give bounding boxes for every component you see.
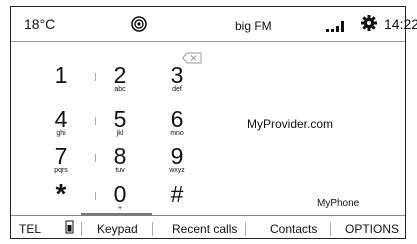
key-letters: pqrs bbox=[54, 167, 68, 174]
key-star[interactable]: * bbox=[44, 178, 78, 209]
key-separator bbox=[95, 192, 96, 200]
key-8[interactable]: 8 tuv bbox=[103, 145, 137, 175]
key-4[interactable]: 4 ghi bbox=[44, 108, 78, 138]
key-letters: + bbox=[117, 205, 123, 212]
phone-screen: 18°C big FM 14:22 1 2 abc 3 def 4 ghi 5 … bbox=[10, 6, 417, 240]
key-letters: wxyz bbox=[169, 167, 185, 174]
radio-broadcast-icon bbox=[131, 16, 147, 32]
key-6[interactable]: 6 mno bbox=[160, 108, 194, 138]
key-digit: # bbox=[170, 181, 184, 207]
bottom-bar: TEL Keypad Recent calls Contacts OPTIONS bbox=[11, 213, 405, 240]
key-0[interactable]: 0 + bbox=[103, 183, 137, 213]
key-separator bbox=[95, 117, 96, 125]
key-7[interactable]: 7 pqrs bbox=[44, 145, 78, 175]
status-bar: 18°C big FM 14:22 bbox=[11, 7, 417, 42]
gear-icon[interactable] bbox=[361, 15, 377, 31]
key-2[interactable]: 2 abc bbox=[103, 64, 137, 94]
connected-phone-name: MyPhone bbox=[317, 198, 360, 209]
temperature: 18°C bbox=[24, 16, 56, 32]
active-tab-indicator bbox=[81, 213, 152, 216]
tab-separator bbox=[330, 222, 331, 236]
key-separator bbox=[95, 154, 96, 162]
tab-separator bbox=[152, 222, 153, 236]
radio-station: big FM bbox=[235, 19, 272, 33]
key-letters: jkl bbox=[116, 130, 124, 137]
tab-recent-calls[interactable]: Recent calls bbox=[172, 223, 237, 236]
provider-name: MyProvider.com bbox=[247, 117, 334, 131]
key-letters: ghi bbox=[56, 130, 66, 137]
signal-strength-icon bbox=[326, 21, 344, 32]
key-digit: 6 bbox=[170, 106, 184, 132]
key-digit: 0 bbox=[113, 181, 127, 207]
key-digit: 5 bbox=[113, 106, 127, 132]
key-letters: mno bbox=[170, 130, 184, 137]
key-letters: tuv bbox=[115, 167, 125, 174]
mode-label: TEL bbox=[19, 222, 42, 236]
key-9[interactable]: 9 wxyz bbox=[160, 145, 194, 175]
tab-keypad[interactable]: Keypad bbox=[97, 223, 138, 236]
backspace-icon[interactable] bbox=[182, 52, 202, 64]
key-separator bbox=[95, 73, 96, 81]
key-1[interactable]: 1 bbox=[44, 62, 78, 88]
key-digit: 8 bbox=[113, 143, 127, 169]
key-3[interactable]: 3 def bbox=[160, 64, 194, 94]
key-hash[interactable]: # bbox=[160, 181, 194, 207]
key-digit: 1 bbox=[54, 62, 68, 88]
tab-separator bbox=[245, 222, 246, 236]
key-digit: 4 bbox=[54, 106, 68, 132]
key-digit: 9 bbox=[170, 143, 184, 169]
key-digit: 7 bbox=[54, 143, 68, 169]
phone-battery-icon bbox=[65, 220, 74, 234]
key-5[interactable]: 5 jkl bbox=[103, 108, 137, 138]
key-digit: 2 bbox=[113, 62, 127, 88]
tab-options[interactable]: OPTIONS bbox=[345, 223, 399, 236]
key-digit: 3 bbox=[170, 62, 184, 88]
tab-contacts[interactable]: Contacts bbox=[270, 223, 317, 236]
key-letters: def bbox=[172, 86, 182, 93]
clock-time: 14:22 bbox=[384, 16, 417, 32]
key-digit: * bbox=[55, 178, 67, 209]
key-letters: abc bbox=[114, 86, 126, 93]
tab-separator bbox=[81, 222, 82, 236]
